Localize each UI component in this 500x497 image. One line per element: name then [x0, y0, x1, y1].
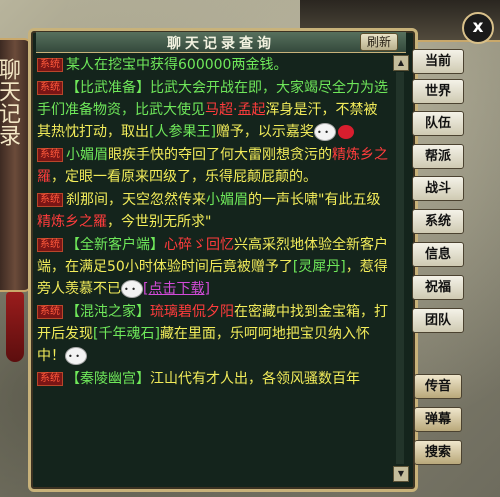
message-text: 刹那间，天空忽然传来 [66, 192, 206, 208]
close-button[interactable]: x [462, 12, 494, 44]
message-text: 小媚眉 [206, 192, 248, 208]
channel-tab[interactable]: 战斗 [412, 176, 464, 201]
chat-log-scroll-title: 聊天记录 [0, 58, 20, 146]
chat-message: 系统 【全新客户端】心碎ゞ回忆兴高采烈地体验全新客户端，在满足50小时体验时间后竟… [37, 234, 391, 301]
channel-tab[interactable]: 系统 [412, 209, 464, 234]
message-list: 系统 某人在挖宝中获得600000两金钱。 系统 【比武准备】比武大会开战在即，大家竭… [37, 54, 391, 482]
message-text: 【混沌之家】 [66, 304, 150, 320]
channel-tab[interactable]: 搜索 [414, 440, 462, 465]
channel-tab[interactable]: 传音 [414, 374, 462, 399]
download-link[interactable]: [点击下载] [143, 281, 210, 297]
smile-emote-icon [313, 122, 336, 144]
message-text: 小媚眉 [66, 147, 108, 163]
system-channel-tag: 系统 [37, 305, 63, 319]
message-text: ，定眼一看原来四级了，乐得屁颠屁颠的。 [51, 169, 317, 185]
message-text: 琉璃碧侃夕阳 [150, 304, 234, 320]
chat-message: 系统 【秦陵幽宫】江山代有才人出，各领风骚数百年 [37, 368, 391, 390]
message-text: [灵犀丹] [292, 259, 346, 275]
chat-message: 系统 【混沌之家】琉璃碧侃夕阳在密藏中找到金宝箱，打开后发现[千年魂石]藏在里面，… [37, 301, 391, 368]
scrollbar-track[interactable] [396, 72, 404, 464]
system-channel-tag: 系统 [37, 193, 63, 207]
flower-icon [337, 125, 354, 139]
chat-message: 系统 小媚眉眼疾手快的夺回了何大雷刚想贪污的精炼乡之羅，定眼一看原来四级了，乐得屁… [37, 144, 391, 188]
panel-title: 聊天记录查询 [167, 36, 275, 52]
message-text: 赠予，以示嘉奖 [215, 124, 314, 140]
scroll-up-button[interactable]: ▲ [393, 55, 409, 71]
scroll-down-button[interactable]: ▼ [393, 466, 409, 482]
channel-tab[interactable]: 世界 [412, 79, 464, 104]
chat-message: 系统 【比武准备】比武大会开战在即，大家竭尽全力为选手们准备物资，比武大使见马超·… [37, 77, 391, 144]
message-text: 眼疾手快的夺回了何大雷刚想贪污的 [108, 147, 332, 163]
message-text: [千年魂石] [93, 326, 160, 342]
system-channel-tag: 系统 [37, 58, 63, 72]
chat-message: 系统 某人在挖宝中获得600000两金钱。 [37, 54, 391, 76]
message-text: ，今世别无所求" [107, 214, 212, 230]
channel-tab[interactable]: 帮派 [412, 144, 464, 169]
channel-tab[interactable]: 信息 [412, 242, 464, 267]
system-channel-tag: 系统 [37, 81, 63, 95]
message-text: 心碎ゞ回忆 [164, 237, 234, 253]
channel-tab[interactable]: 弹幕 [414, 407, 462, 432]
message-text: 【秦陵幽宫】 [66, 371, 150, 387]
system-channel-tag: 系统 [37, 148, 63, 162]
smile-emote-icon [121, 279, 143, 301]
system-channel-tag: 系统 [37, 372, 63, 386]
message-text: 马超·孟起 [205, 102, 266, 118]
scroll-tassel [6, 292, 24, 362]
channel-tab[interactable]: 队伍 [412, 111, 464, 136]
message-text: 某人在挖宝中获得600000两金钱。 [66, 57, 288, 73]
message-text: 精炼乡之羅 [37, 214, 107, 230]
smile-emote-icon [65, 346, 87, 368]
message-text: [人参果王] [149, 124, 216, 140]
refresh-button[interactable]: 刷新 [360, 33, 398, 51]
channel-tab[interactable]: 祝福 [412, 275, 464, 300]
channel-tab[interactable]: 当前 [412, 49, 464, 74]
message-text: 的一声长啸"有此五级 [248, 192, 381, 208]
chat-message: 系统 刹那间，天空忽然传来小媚眉的一声长啸"有此五级精炼乡之羅，今世别无所求" [37, 189, 391, 233]
system-channel-tag: 系统 [37, 238, 63, 252]
message-text: 【全新客户端】 [66, 237, 164, 253]
message-text: 江山代有才人出，各领风骚数百年 [150, 371, 360, 387]
channel-tab[interactable]: 团队 [412, 308, 464, 333]
